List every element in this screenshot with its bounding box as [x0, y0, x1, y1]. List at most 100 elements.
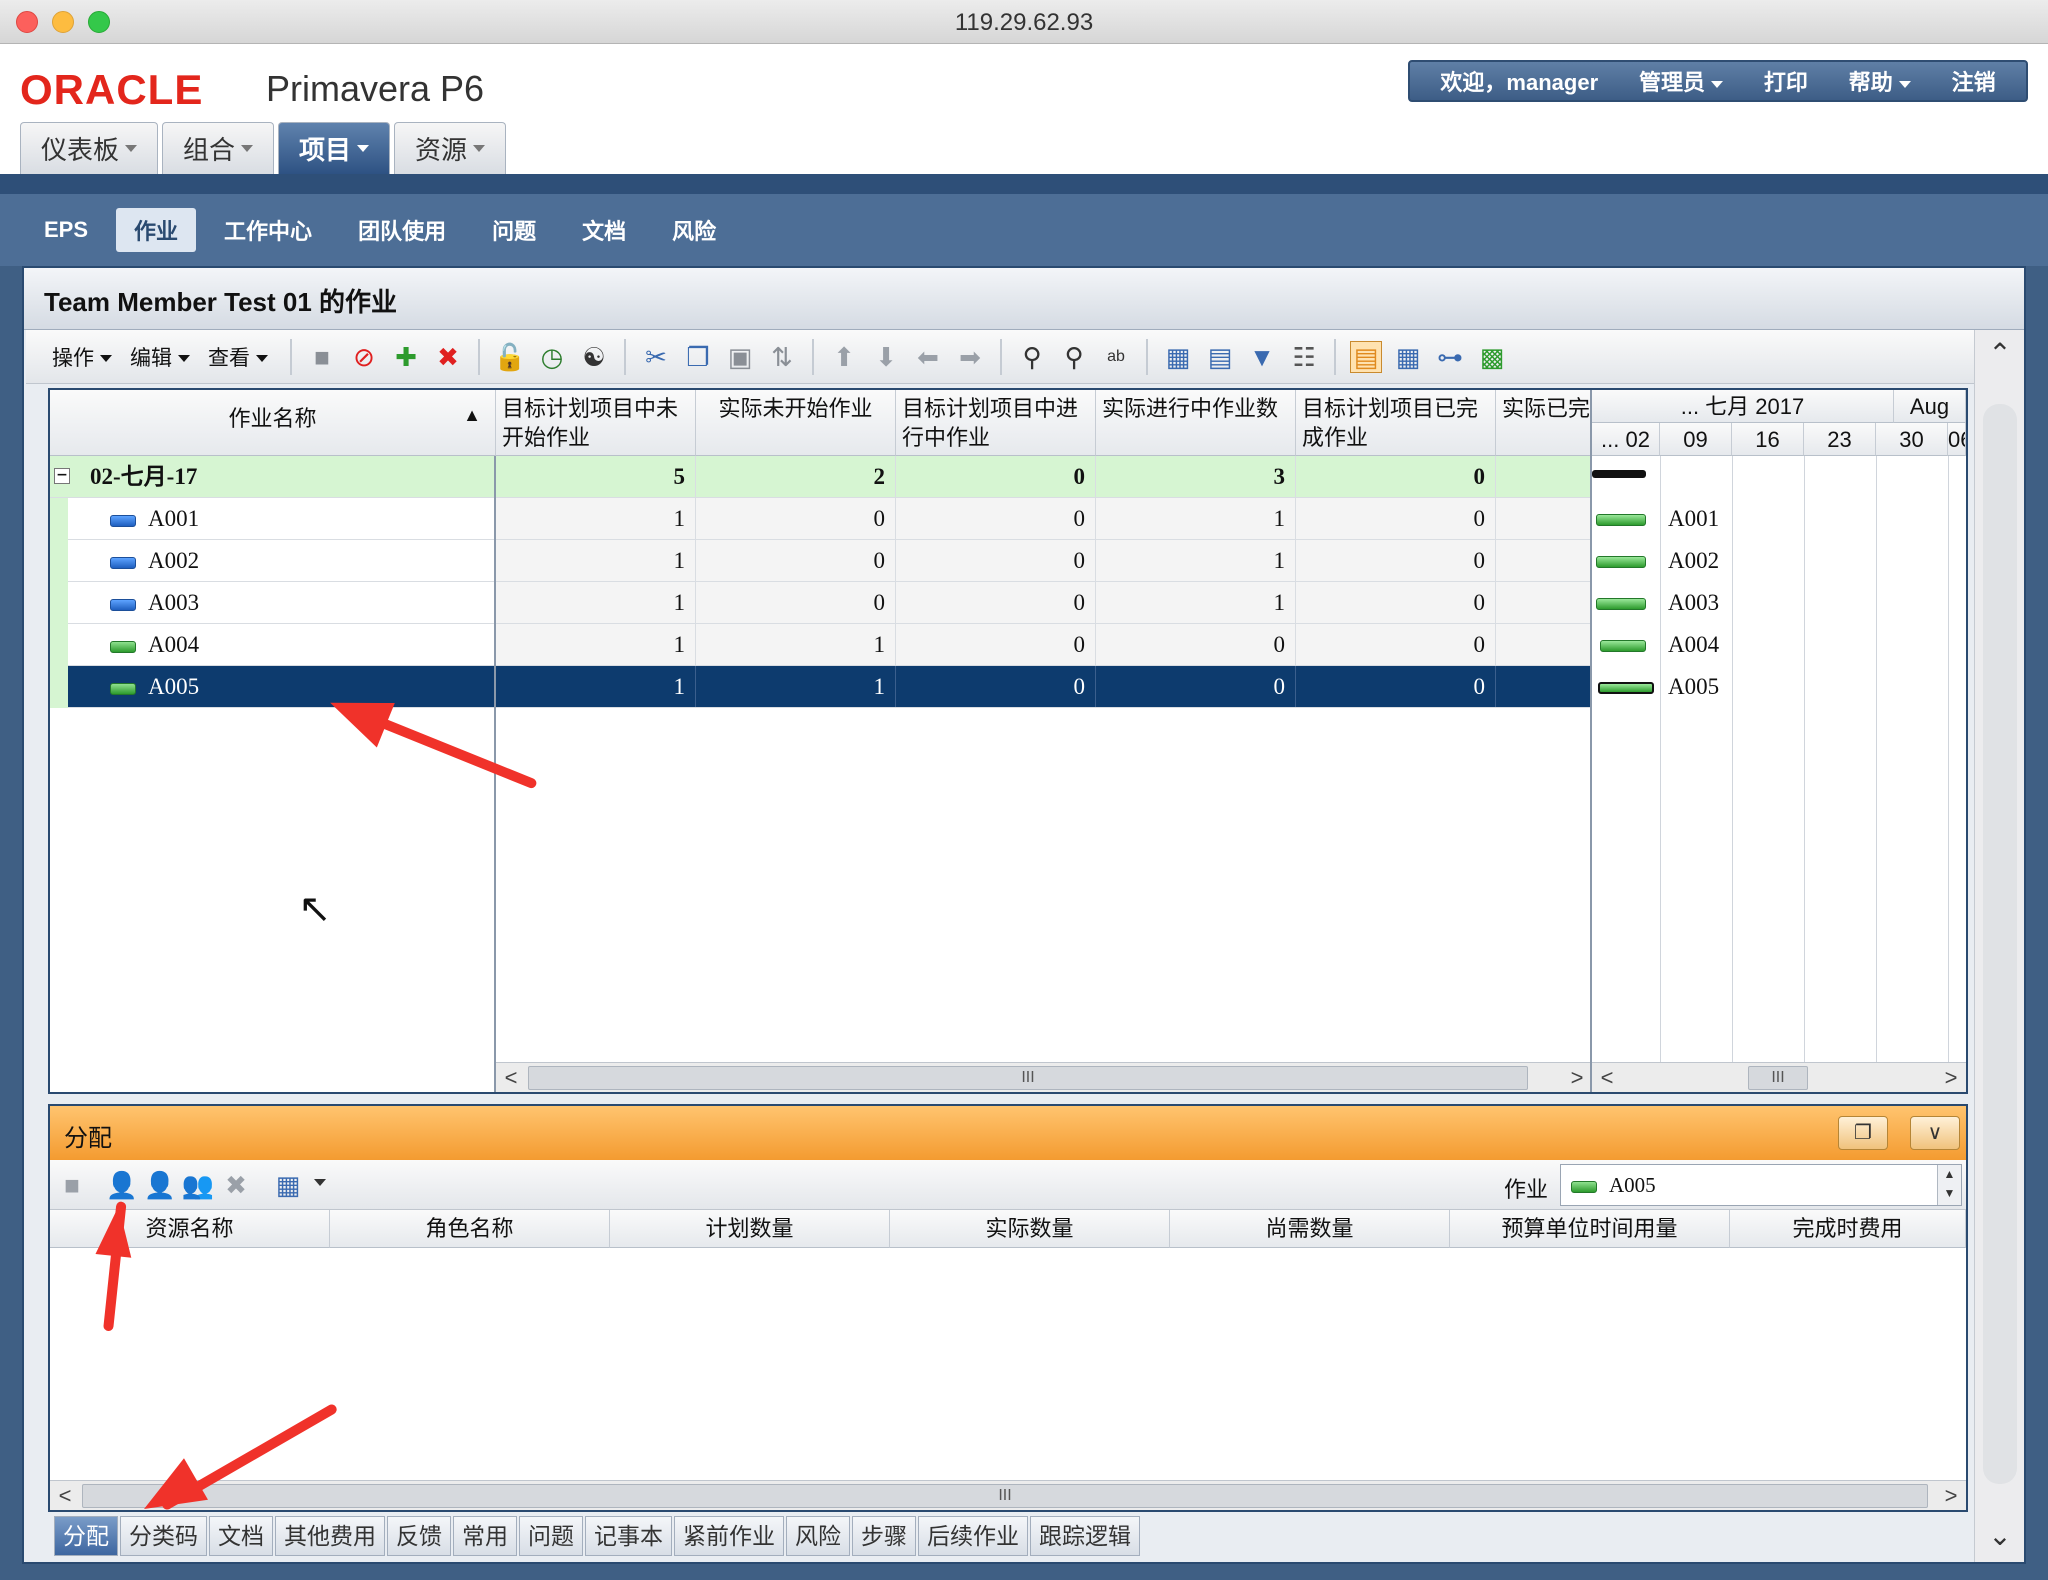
- gantt-activity-bar[interactable]: [1600, 640, 1646, 652]
- detail-tab-notebook[interactable]: 记事本: [585, 1516, 672, 1556]
- layout-icon[interactable]: ▤: [1204, 341, 1236, 373]
- edit-menu[interactable]: 编辑: [130, 342, 190, 372]
- panel-vscrollbar[interactable]: ⌃ ⌄: [1974, 330, 2024, 1562]
- detail-tab-assignments[interactable]: 分配: [54, 1516, 118, 1556]
- scroll-thumb[interactable]: III: [82, 1484, 1928, 1508]
- table-row[interactable]: A002: [50, 540, 494, 582]
- gantt-hscrollbar[interactable]: < III >: [1592, 1062, 1966, 1092]
- columns-icon[interactable]: ▦: [272, 1169, 304, 1201]
- table-row[interactable]: A004: [50, 624, 494, 666]
- subtab-issues[interactable]: 问题: [474, 208, 554, 252]
- tab-dashboard[interactable]: 仪表板: [20, 122, 159, 174]
- scroll-thumb[interactable]: III: [528, 1066, 1528, 1090]
- columns-icon[interactable]: ▦: [1162, 341, 1194, 373]
- help-menu[interactable]: 帮助: [1849, 65, 1911, 97]
- column-header-at-completion-cost[interactable]: 完成时费用: [1730, 1210, 1966, 1248]
- subtab-documents[interactable]: 文档: [564, 208, 644, 252]
- spinner-icon[interactable]: ▲ ▼: [1937, 1165, 1961, 1205]
- scroll-left-icon[interactable]: <: [50, 1481, 80, 1511]
- column-header-actual-not-started[interactable]: 实际未开始作业: [696, 390, 896, 456]
- scroll-right-icon[interactable]: >: [1936, 1481, 1966, 1511]
- subtab-eps[interactable]: EPS: [26, 211, 106, 249]
- subtab-workcenter[interactable]: 工作中心: [206, 208, 330, 252]
- detail-tab-trace-logic[interactable]: 跟踪逻辑: [1030, 1516, 1140, 1556]
- detail-tab-predecessors[interactable]: 紧前作业: [674, 1516, 784, 1556]
- column-header-target-completed[interactable]: 目标计划项目已完成作业: [1296, 390, 1496, 456]
- subtab-risks[interactable]: 风险: [654, 208, 734, 252]
- gantt-activity-bar[interactable]: [1596, 598, 1646, 610]
- calendar-icon[interactable]: ▩: [1476, 341, 1508, 373]
- detail-tab-risks[interactable]: 风险: [786, 1516, 850, 1556]
- detail-tab-expenses[interactable]: 其他费用: [275, 1516, 385, 1556]
- restore-panel-button[interactable]: ❐: [1838, 1116, 1888, 1150]
- scroll-down-icon[interactable]: ⌄: [1975, 1516, 2025, 1556]
- paste-icon[interactable]: ▣: [724, 341, 756, 373]
- arrow-up-icon[interactable]: ⬆: [828, 341, 860, 373]
- group-row[interactable]: − 02-七月-17: [50, 456, 494, 498]
- replace-icon[interactable]: ab: [1100, 341, 1132, 373]
- scroll-track[interactable]: [1983, 404, 2017, 1484]
- arrow-down-icon[interactable]: ⬇: [870, 341, 902, 373]
- column-header-planned-units[interactable]: 计划数量: [610, 1210, 890, 1248]
- gantt-summary-bar[interactable]: [1592, 470, 1646, 478]
- detail-tab-documents[interactable]: 文档: [209, 1516, 273, 1556]
- column-header-actual-units[interactable]: 实际数量: [890, 1210, 1170, 1248]
- column-header-activity-name[interactable]: 作业名称 ▲: [50, 390, 496, 456]
- detail-tab-successors[interactable]: 后续作业: [918, 1516, 1028, 1556]
- column-header-budgeted-units-per-time[interactable]: 预算单位时间用量: [1450, 1210, 1730, 1248]
- sort-icon[interactable]: ⇅: [766, 341, 798, 373]
- column-header-remaining-units[interactable]: 尚需数量: [1170, 1210, 1450, 1248]
- detail-tab-general[interactable]: 常用: [453, 1516, 517, 1556]
- gantt-view-icon[interactable]: ▤: [1350, 340, 1382, 373]
- save-icon[interactable]: ■: [306, 341, 338, 373]
- scroll-right-icon[interactable]: >: [1562, 1063, 1590, 1092]
- table-row-selected[interactable]: A005: [50, 666, 494, 708]
- column-header-actual-completed[interactable]: 实际已完: [1496, 390, 1590, 456]
- column-header-role-name[interactable]: 角色名称: [330, 1210, 610, 1248]
- cut-icon[interactable]: ✂: [640, 341, 672, 373]
- find-next-icon[interactable]: ⚲: [1058, 341, 1090, 373]
- group-row[interactable]: 5 2 0 3 0: [496, 456, 1590, 498]
- detail-tab-feedback[interactable]: 反馈: [387, 1516, 451, 1556]
- subtab-team-usage[interactable]: 团队使用: [340, 208, 464, 252]
- arrow-right-icon[interactable]: ➡: [954, 341, 986, 373]
- detail-tab-steps[interactable]: 步骤: [852, 1516, 916, 1556]
- assignments-hscrollbar[interactable]: < III >: [50, 1480, 1966, 1510]
- admin-menu[interactable]: 管理员: [1639, 65, 1723, 97]
- gantt-activity-bar-selected[interactable]: [1598, 682, 1654, 694]
- actions-menu[interactable]: 操作: [52, 342, 112, 372]
- scroll-up-icon[interactable]: ⌃: [1975, 334, 2025, 374]
- assign-resource-by-role-icon[interactable]: 👥: [182, 1169, 214, 1201]
- add-activity-icon[interactable]: ✚: [390, 341, 422, 373]
- table-row[interactable]: 1 0 0 1 0: [496, 582, 1590, 624]
- activity-select[interactable]: A005 ▲ ▼: [1560, 1164, 1962, 1206]
- column-header-target-not-started[interactable]: 目标计划项目中未开始作业: [496, 390, 696, 456]
- table-view-icon[interactable]: ▦: [1392, 341, 1424, 373]
- table-row[interactable]: A003: [50, 582, 494, 624]
- table-row-selected[interactable]: 1 1 0 0 0: [496, 666, 1590, 708]
- assign-resource-icon[interactable]: 👤: [106, 1169, 138, 1201]
- tab-resources[interactable]: 资源: [394, 122, 507, 174]
- logout-link[interactable]: 注销: [1952, 65, 1996, 97]
- chevron-down-icon[interactable]: [308, 1174, 326, 1192]
- scroll-thumb[interactable]: III: [1748, 1066, 1808, 1090]
- table-row[interactable]: 1 0 0 1 0: [496, 540, 1590, 582]
- tab-projects[interactable]: 项目: [278, 122, 391, 174]
- gantt-activity-bar[interactable]: [1596, 556, 1646, 568]
- cancel-icon[interactable]: ⊘: [348, 341, 380, 373]
- arrow-left-icon[interactable]: ⬅: [912, 341, 944, 373]
- view-menu[interactable]: 查看: [208, 342, 268, 372]
- scroll-left-icon[interactable]: <: [496, 1063, 526, 1092]
- delete-icon[interactable]: ✖: [432, 341, 464, 373]
- tab-portfolio[interactable]: 组合: [162, 122, 275, 174]
- network-view-icon[interactable]: ⊶: [1434, 341, 1466, 373]
- column-header-target-in-progress[interactable]: 目标计划项目中进行中作业: [896, 390, 1096, 456]
- save-icon[interactable]: ■: [56, 1169, 88, 1201]
- schedule-icon[interactable]: ◷: [536, 341, 568, 373]
- column-header-actual-in-progress[interactable]: 实际进行中作业数: [1096, 390, 1296, 456]
- level-icon[interactable]: ☯: [578, 341, 610, 373]
- data-pane-hscrollbar[interactable]: < III >: [496, 1062, 1590, 1092]
- scroll-right-icon[interactable]: >: [1936, 1063, 1966, 1092]
- lock-icon[interactable]: 🔓: [494, 341, 526, 373]
- assign-role-icon[interactable]: 👤: [144, 1169, 176, 1201]
